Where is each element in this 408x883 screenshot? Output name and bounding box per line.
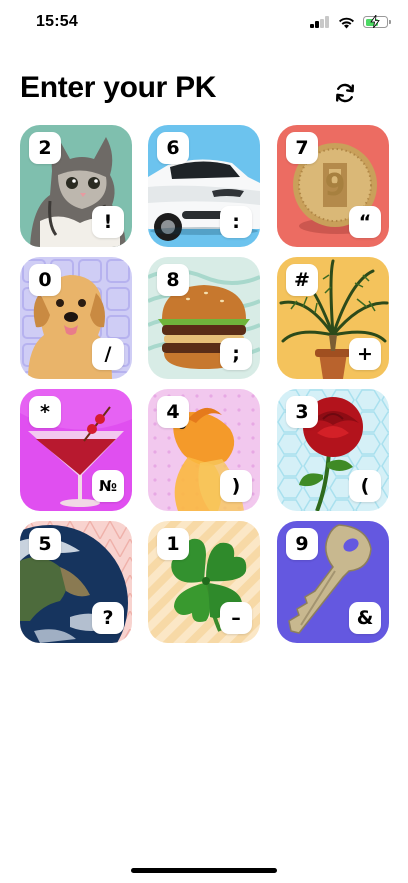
- key-tile-coin[interactable]: 9 7 “: [277, 125, 389, 247]
- battery-charging-icon: [363, 15, 391, 28]
- key-symbol-badge: /: [92, 338, 124, 370]
- key-symbol-badge: !: [92, 206, 124, 238]
- key-digit-badge: 9: [286, 528, 318, 560]
- key-digit-badge: 8: [157, 264, 189, 296]
- refresh-button[interactable]: [328, 76, 362, 110]
- key-symbol-badge: (: [349, 470, 381, 502]
- key-digit-badge: 2: [29, 132, 61, 164]
- key-digit-badge: 1: [157, 528, 189, 560]
- cellular-signal-icon: [310, 16, 330, 28]
- key-tile-goldfish[interactable]: 4 ): [148, 389, 260, 511]
- key-digit-badge: 6: [157, 132, 189, 164]
- key-tile-rose[interactable]: 3 (: [277, 389, 389, 511]
- status-bar: 15:54: [0, 0, 408, 44]
- key-symbol-badge: №: [92, 470, 124, 502]
- key-digit-badge: 4: [157, 396, 189, 428]
- page-title: Enter your PK: [20, 71, 217, 104]
- key-tile-clover[interactable]: 1 –: [148, 521, 260, 643]
- svg-text:9: 9: [325, 168, 346, 203]
- refresh-icon: [336, 83, 354, 103]
- home-indicator: [131, 868, 277, 873]
- key-tile-palm-tree[interactable]: # +: [277, 257, 389, 379]
- key-symbol-badge: ;: [220, 338, 252, 370]
- key-tile-earth[interactable]: 5 ?: [20, 521, 132, 643]
- key-digit-badge: 3: [286, 396, 318, 428]
- key-tile-kitten[interactable]: 2 !: [20, 125, 132, 247]
- key-symbol-badge: ?: [92, 602, 124, 634]
- key-symbol-badge: +: [349, 338, 381, 370]
- status-time: 15:54: [36, 13, 78, 30]
- key-tile-burger[interactable]: 8 ;: [148, 257, 260, 379]
- key-tile-puppy[interactable]: 0 /: [20, 257, 132, 379]
- key-symbol-badge: –: [220, 602, 252, 634]
- status-icons: [310, 13, 391, 31]
- key-symbol-badge: &: [349, 602, 381, 634]
- key-symbol-badge: “: [349, 206, 381, 238]
- key-digit-badge: 0: [29, 264, 61, 296]
- key-digit-badge: #: [286, 264, 318, 296]
- key-digit-badge: 5: [29, 528, 61, 560]
- key-symbol-badge: :: [220, 206, 252, 238]
- key-tile-key[interactable]: 9 &: [277, 521, 389, 643]
- key-tile-cocktail[interactable]: * №: [20, 389, 132, 511]
- key-digit-badge: *: [29, 396, 61, 428]
- wifi-icon: [339, 17, 354, 28]
- key-symbol-badge: ): [220, 470, 252, 502]
- key-tile-car[interactable]: 6 :: [148, 125, 260, 247]
- key-digit-badge: 7: [286, 132, 318, 164]
